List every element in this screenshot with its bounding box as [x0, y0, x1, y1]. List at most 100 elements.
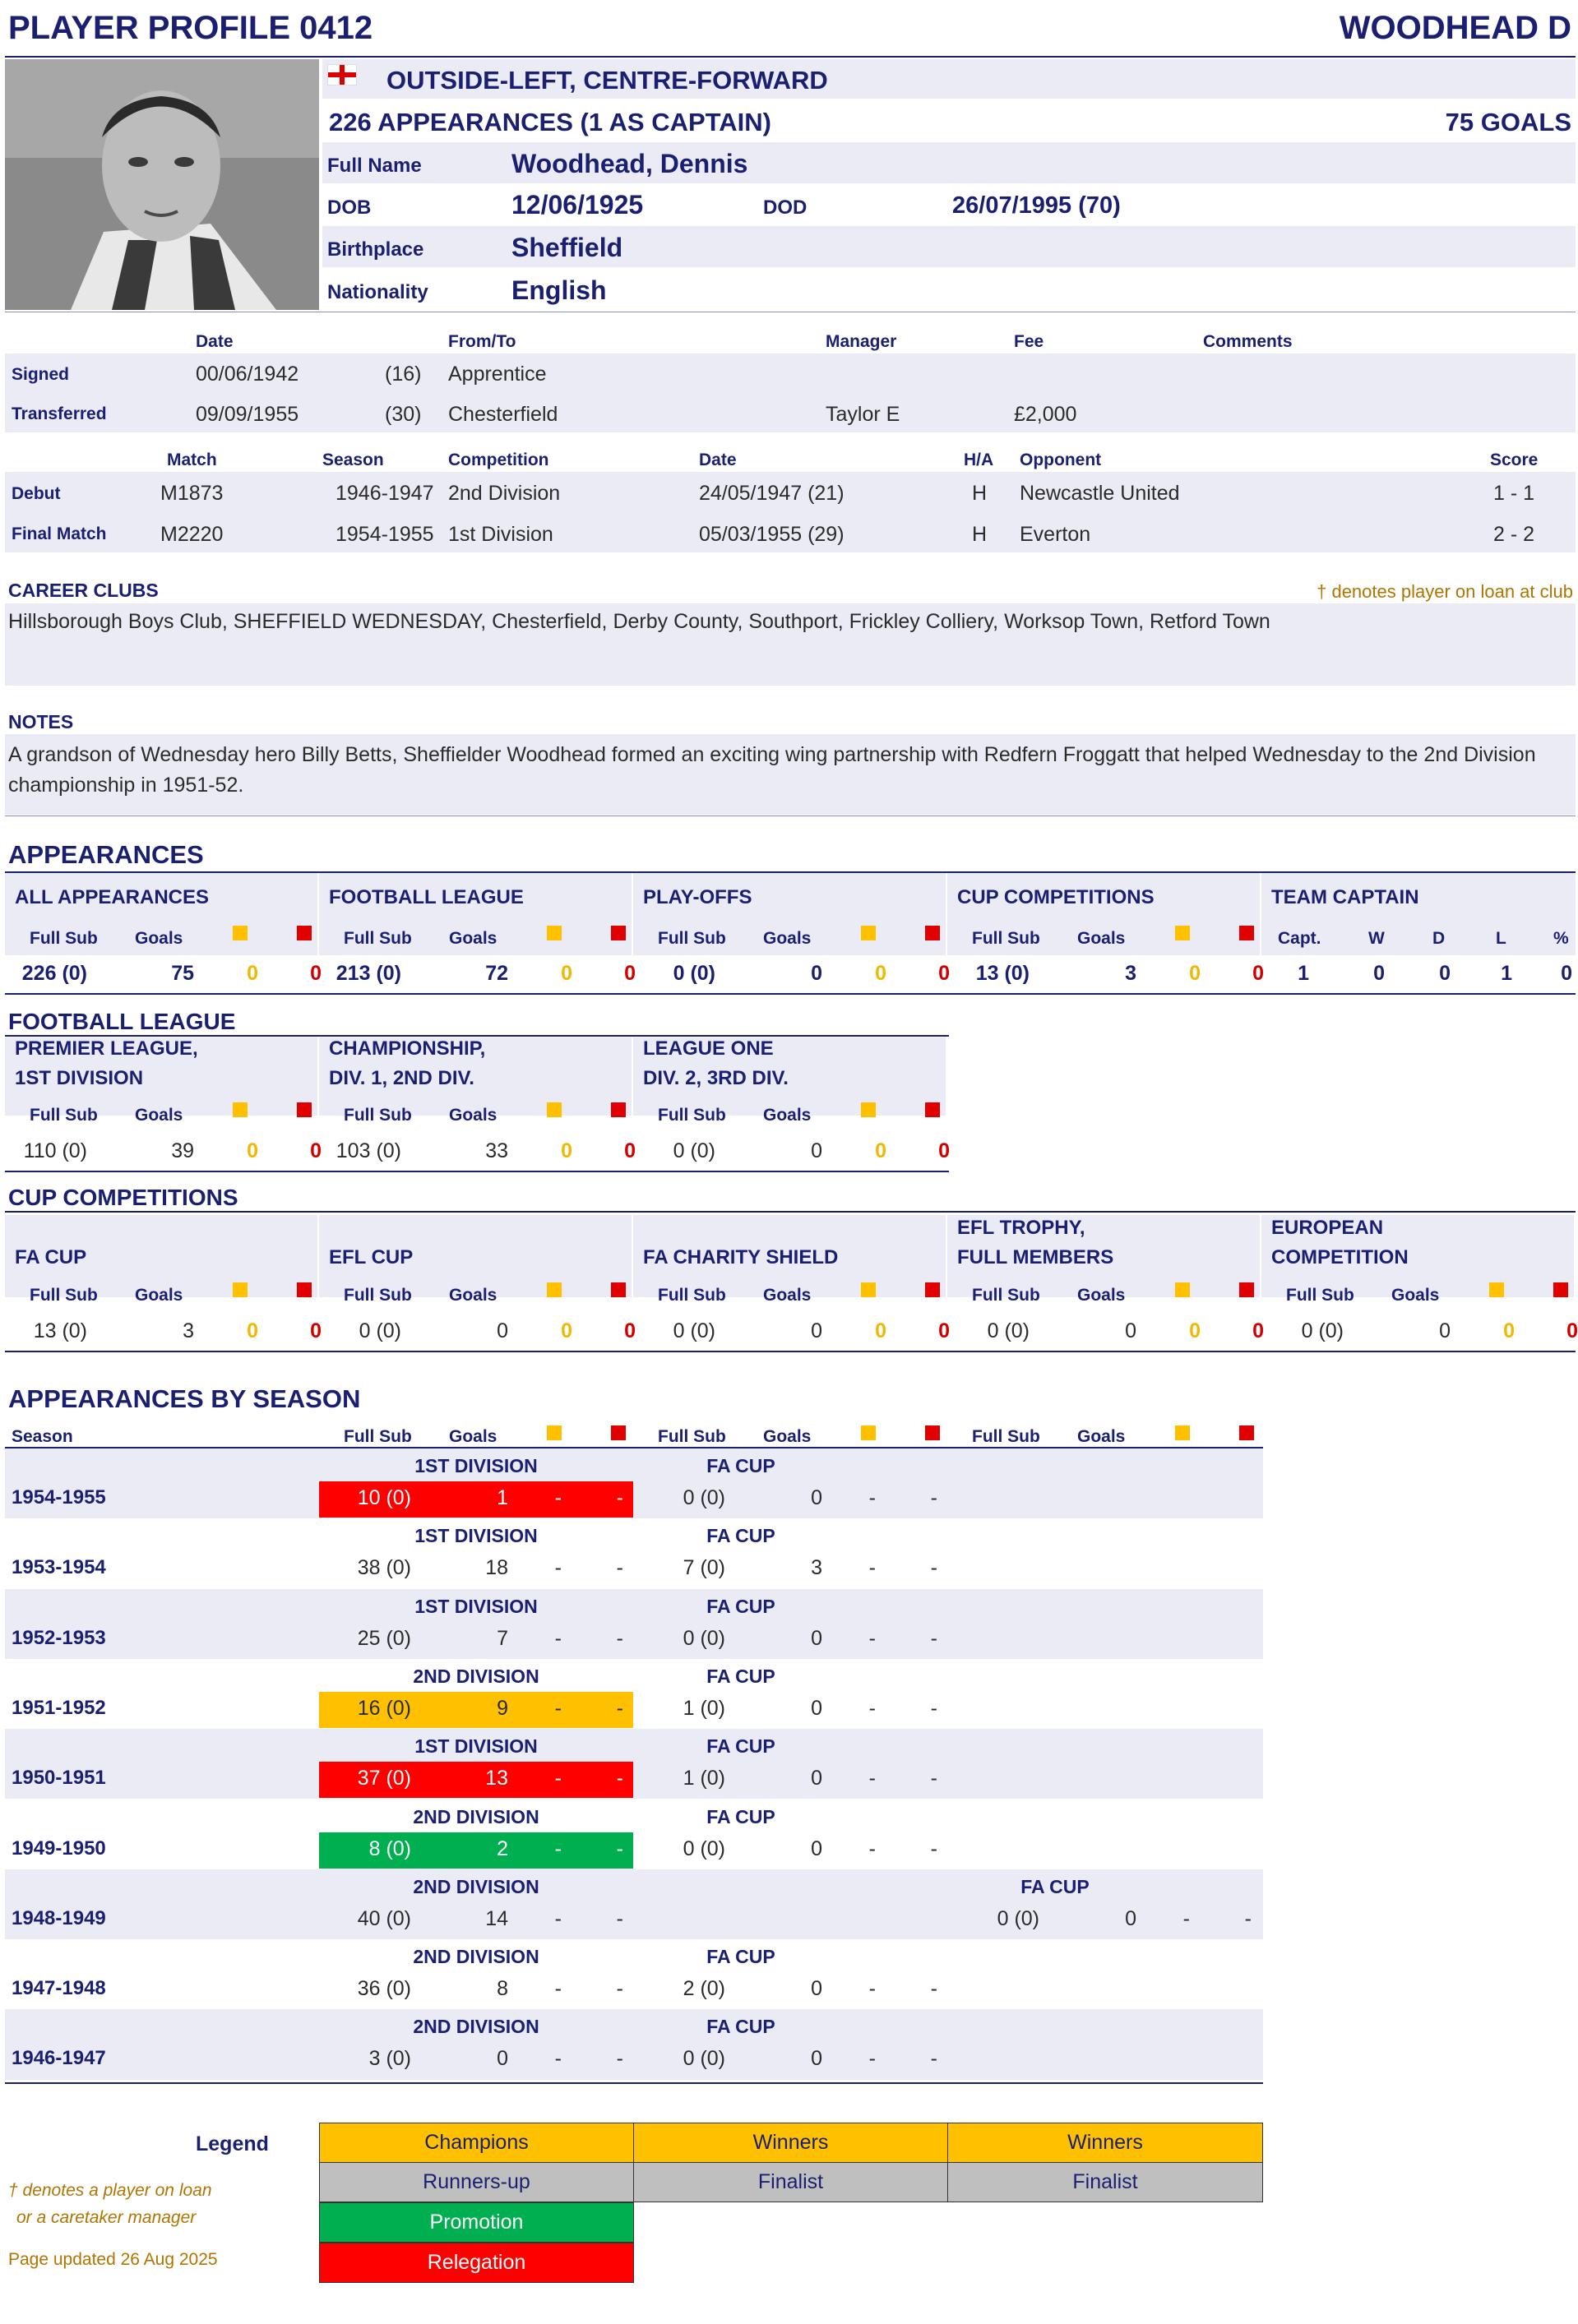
- season-cup-red: -: [930, 1977, 937, 2001]
- season-cup-competition: FA CUP: [706, 1805, 775, 1827]
- season-name: 1951-1952: [12, 1696, 106, 1719]
- league-block-red: 0: [624, 1139, 636, 1162]
- captain-val-d: 0: [1439, 962, 1451, 985]
- season-name: 1950-1951: [12, 1767, 106, 1790]
- col-manager: Manager: [826, 332, 897, 351]
- page-title: PLAYER PROFILE 0412: [8, 10, 373, 46]
- col-match-date: Date: [699, 450, 737, 469]
- col-full-sub: Full Sub: [972, 1286, 1040, 1305]
- col-date: Date: [196, 332, 234, 351]
- season-cup-apps: 0 (0): [683, 2047, 725, 2071]
- cup-block-apps: 0 (0): [673, 1319, 715, 1342]
- apps-block-apps: 213 (0): [335, 962, 401, 985]
- col-full-sub: Full Sub: [30, 1106, 98, 1125]
- stat-block-title: EUROPEAN: [1271, 1217, 1384, 1239]
- season-name: 1953-1954: [12, 1556, 106, 1579]
- season-cup-apps: 0 (0): [997, 1906, 1039, 1930]
- season-red: -: [616, 2047, 623, 2071]
- player-short-name: WOODHEAD D: [1339, 10, 1571, 46]
- apps-block-apps: 226 (0): [21, 962, 87, 985]
- apps-block-yellow: 0: [1189, 962, 1201, 985]
- season-col-full-sub: Full Sub: [658, 1427, 726, 1446]
- yellow-card-icon: [233, 926, 248, 940]
- league-block-red: 0: [310, 1139, 322, 1162]
- final-opponent: Everton: [1020, 523, 1091, 546]
- yellow-card-icon: [547, 926, 562, 940]
- cup-block-yellow: 0: [247, 1319, 258, 1342]
- col-full-sub: Full Sub: [30, 929, 98, 948]
- season-red: -: [616, 1906, 623, 1930]
- cup-block-red: 0: [624, 1319, 636, 1342]
- transferred-to: Chesterfield: [448, 403, 558, 426]
- season-yellow: -: [554, 1556, 562, 1580]
- season-cup-competition: FA CUP: [706, 1525, 775, 1547]
- legend-relegation: Relegation: [319, 2243, 634, 2283]
- final-match: M2220: [160, 523, 224, 546]
- season-name: 1949-1950: [12, 1837, 106, 1860]
- season-red: -: [616, 1837, 623, 1860]
- legend-note-2: or a caretaker manager: [16, 2208, 197, 2227]
- legend-finalist-2: Finalist: [947, 2162, 1263, 2202]
- stat-block-title: DIV. 2, 3RD DIV.: [643, 1067, 789, 1089]
- cup-block-apps: 0 (0): [1301, 1319, 1344, 1342]
- final-date: 05/03/1955 (29): [699, 523, 845, 546]
- season-cup-competition: FA CUP: [1020, 1875, 1090, 1897]
- season-cup-yellow: -: [868, 1767, 876, 1790]
- season-apps: 40 (0): [357, 1906, 411, 1930]
- season-cup-red: -: [930, 1696, 937, 1720]
- full-name: Woodhead, Dennis: [511, 149, 748, 178]
- league-block-yellow: 0: [561, 1139, 572, 1162]
- league-block-apps: 0 (0): [673, 1139, 715, 1162]
- season-cup-red: -: [930, 2047, 937, 2071]
- signed-label: Signed: [12, 365, 70, 384]
- season-goals: 7: [497, 1626, 508, 1650]
- debut-ha: H: [972, 482, 988, 505]
- season-cup-red: -: [930, 1486, 937, 1509]
- season-competition: 2ND DIVISION: [413, 1875, 539, 1897]
- yellow-card-icon: [861, 1425, 876, 1440]
- league-block-yellow: 0: [247, 1139, 258, 1162]
- season-cup-apps: 2 (0): [683, 1977, 725, 2001]
- debut-season: 1946-1947: [335, 482, 434, 505]
- cup-block-red: 0: [1252, 1319, 1264, 1342]
- apps-block-goals: 75: [171, 962, 194, 985]
- cup-block-apps: 0 (0): [987, 1319, 1030, 1342]
- season-col-goals: Goals: [763, 1427, 812, 1446]
- stat-block-title: PREMIER LEAGUE,: [15, 1037, 198, 1060]
- season-cup-competition: FA CUP: [706, 1455, 775, 1476]
- dob-label: DOB: [327, 196, 372, 219]
- apps-block-red: 0: [310, 962, 322, 985]
- season-cup-goals: 0: [1125, 1906, 1136, 1930]
- season-yellow: -: [554, 1696, 562, 1720]
- col-goals: Goals: [135, 1286, 183, 1305]
- red-card-icon: [611, 1102, 626, 1117]
- season-cup-goals: 0: [811, 1486, 822, 1509]
- final-season: 1954-1955: [335, 523, 434, 546]
- season-cup-goals: 0: [811, 1696, 822, 1720]
- red-card-icon: [611, 1282, 626, 1297]
- col-goals: Goals: [135, 1106, 183, 1125]
- apps-block-apps: 0 (0): [673, 962, 715, 985]
- cup-block-apps: 0 (0): [359, 1319, 401, 1342]
- season-cup-apps: 0 (0): [683, 1837, 725, 1860]
- col-full-sub: Full Sub: [658, 929, 726, 948]
- col-full-sub: Full Sub: [658, 1106, 726, 1125]
- full-name-label: Full Name: [327, 155, 422, 177]
- season-col-label: Season: [12, 1427, 73, 1446]
- captain-val-w: 0: [1373, 962, 1385, 985]
- season-cup-apps: 7 (0): [683, 1556, 725, 1580]
- notes-text: A grandson of Wednesday hero Billy Betts…: [8, 743, 1536, 797]
- captain-val-capt: 1: [1298, 962, 1309, 985]
- signed-from: Apprentice: [448, 363, 547, 386]
- season-goals: 14: [485, 1906, 508, 1930]
- col-full-sub: Full Sub: [658, 1286, 726, 1305]
- season-cup-goals: 0: [811, 1626, 822, 1650]
- cup-block-yellow: 0: [1189, 1319, 1201, 1342]
- yellow-card-icon: [547, 1102, 562, 1117]
- season-cup-yellow: -: [868, 1837, 876, 1860]
- cup-block-red: 0: [938, 1319, 950, 1342]
- appearance-summary: 226 APPEARANCES (1 AS CAPTAIN): [329, 108, 772, 136]
- birthplace-label: Birthplace: [327, 238, 424, 261]
- col-goals: Goals: [763, 1286, 812, 1305]
- season-cup-competition: FA CUP: [706, 1946, 775, 1968]
